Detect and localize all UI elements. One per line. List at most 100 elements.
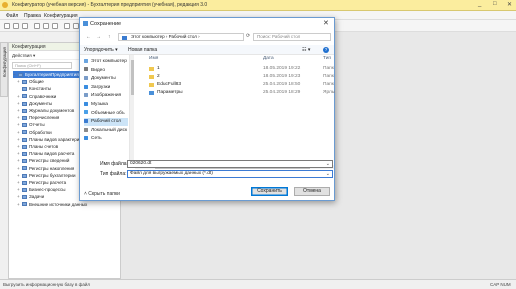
tree-item[interactable]: + Планы счетов	[17, 143, 58, 150]
tree-item[interactable]: + Перечисления	[17, 114, 59, 121]
nav-item[interactable]: Изображения	[84, 92, 128, 100]
chevron-down-icon[interactable]: ⌄	[326, 171, 330, 177]
tree-item-label: Константы	[29, 86, 52, 92]
tree-node-icon	[22, 166, 27, 171]
nav-item[interactable]: Сеть	[84, 135, 128, 143]
nav-item[interactable]: Видео	[84, 67, 128, 75]
undo-icon[interactable]	[64, 23, 70, 29]
nav-item[interactable]: Музыка	[84, 101, 128, 109]
cancel-button[interactable]: Отмена	[294, 187, 330, 196]
refresh-button[interactable]: ⟳	[246, 33, 250, 39]
copy-icon[interactable]	[43, 23, 49, 29]
tree-item[interactable]: + Регистры бухгалтерии	[17, 172, 75, 179]
open-icon[interactable]	[13, 23, 19, 29]
tree-item[interactable]: + Планы видов расчета	[17, 150, 74, 157]
tree-item[interactable]: + Обработки	[17, 129, 52, 136]
column-date-header[interactable]: Дата	[263, 56, 274, 61]
tree-item[interactable]: + Внешние источники данных	[17, 201, 87, 208]
nav-item-icon	[84, 110, 88, 115]
tree-node-icon	[22, 144, 27, 149]
dialog-close-button[interactable]: ✕	[323, 19, 329, 27]
view-options-button[interactable]: ☷ ▾	[302, 47, 310, 53]
column-type-header[interactable]: Тип	[323, 56, 331, 61]
organize-button[interactable]: Упорядочить ▾	[84, 47, 118, 53]
hide-folders-toggle[interactable]: ˄ Скрыть папки	[84, 191, 120, 197]
tree-item-label: Регистры бухгалтерии	[29, 172, 76, 178]
menu-edit[interactable]: Правка	[24, 13, 41, 19]
nav-item[interactable]: Документы	[84, 75, 128, 83]
tree-node-icon	[22, 101, 27, 106]
nav-item-icon	[84, 58, 88, 63]
dialog-command-bar: Упорядочить ▾ Новая папка ☷ ▾ ?	[80, 45, 334, 55]
column-name-header[interactable]: Имя	[149, 56, 158, 61]
nav-item[interactable]: Рабочий стол	[84, 118, 128, 127]
nav-item[interactable]: Загрузки	[84, 84, 128, 92]
address-path: Этот компьютер › Рабочий стол ›	[131, 34, 200, 39]
tree-node-icon	[22, 195, 27, 200]
tree-node-icon	[22, 159, 27, 164]
dialog-titlebar: Сохранение ✕	[80, 18, 334, 30]
tree-node-icon	[22, 188, 27, 192]
tree-item-label: Планы счетов	[29, 144, 59, 149]
nav-item[interactable]: Этот компьютер	[84, 58, 128, 66]
nav-item-icon	[84, 118, 88, 123]
file-item-icon	[149, 82, 154, 87]
new-folder-button[interactable]: Новая папка	[128, 47, 157, 53]
tree-item[interactable]: + Справочники	[17, 93, 56, 100]
dialog-search-input[interactable]: Поиск: Рабочий стол	[253, 33, 331, 41]
menu-configuration[interactable]: Конфигурация	[44, 13, 78, 19]
file-row[interactable]: 1 18.05.2019 19:22 Папк	[135, 65, 334, 73]
menu-file[interactable]: Файл	[6, 13, 18, 19]
close-window-button[interactable]: ✕	[507, 1, 512, 8]
nav-item-icon	[84, 127, 88, 132]
tree-item-label: Внешние источники данных	[29, 201, 88, 207]
tree-item[interactable]: + Документы	[17, 100, 52, 107]
new-icon[interactable]	[4, 23, 10, 29]
actions-dropdown[interactable]: Действия ▾	[12, 53, 35, 59]
nav-item-icon	[84, 84, 88, 89]
forward-button[interactable]: →	[96, 34, 101, 40]
nav-item-label: Загрузки	[91, 84, 111, 90]
tree-node-icon	[22, 108, 27, 113]
paste-icon[interactable]	[52, 23, 58, 29]
cut-icon[interactable]	[34, 23, 40, 29]
tree-item-label: Справочники	[29, 93, 57, 99]
tree-item[interactable]: + Регистры сведений	[17, 157, 69, 164]
tree-item[interactable]: + Журналы документов	[17, 107, 74, 114]
tree-item[interactable]: + Общие	[17, 78, 44, 85]
tree-item[interactable]: + Задачи	[17, 193, 44, 200]
file-row[interactable]: Параметры 25.04.2019 18:29 Ярлы	[135, 89, 335, 97]
tree-item[interactable]: + Регистры накопления	[17, 165, 74, 172]
tree-item[interactable]: Константы	[17, 85, 51, 92]
chevron-down-icon[interactable]: ⌄	[326, 161, 330, 167]
up-button[interactable]: ↑	[108, 34, 111, 40]
file-name: Параметры	[157, 90, 183, 95]
file-row[interactable]: EducFull83 25.04.2019 18:50 Папк	[135, 81, 334, 89]
nav-item[interactable]: Объемные объ	[84, 110, 128, 118]
tree-item[interactable]: + Регистры расчета	[17, 179, 66, 186]
file-row[interactable]: 2 18.05.2019 19:23 Папк	[135, 73, 334, 81]
dialog-app-icon	[83, 21, 88, 26]
help-icon[interactable]: ?	[323, 47, 329, 53]
tree-node-icon	[22, 80, 27, 84]
nav-item-label: Сеть	[91, 136, 102, 142]
tree-item-label: Бизнес-процессы	[29, 187, 66, 193]
back-button[interactable]: ←	[86, 34, 91, 40]
nav-item-label: Документы	[91, 76, 116, 82]
navpane-scrollbar[interactable]	[130, 55, 134, 165]
configuration-side-tab[interactable]: Конфигурация	[0, 42, 8, 97]
tree-item[interactable]: + Отчеты	[17, 121, 45, 128]
file-name: 1	[157, 66, 160, 71]
minimize-button[interactable]: _	[478, 1, 481, 7]
filename-input[interactable]: 020620.dt ⌄	[127, 160, 333, 168]
maximize-button[interactable]: □	[493, 1, 497, 7]
save-button[interactable]: Сохранить	[251, 187, 288, 196]
tree-item[interactable]: + Бизнес-процессы	[17, 186, 65, 193]
filetype-select[interactable]: Файл для выгружаемых данных (*.dt) ⌄	[127, 170, 333, 178]
panel-search-input[interactable]: Поиск (Ctrl+F)	[12, 62, 72, 69]
nav-item[interactable]: Локальный диск	[84, 127, 128, 135]
save-icon[interactable]	[22, 23, 28, 29]
address-bar[interactable]: Этот компьютер › Рабочий стол ›	[118, 33, 244, 41]
tree-item[interactable]: + Планы видов характеристик	[17, 136, 88, 143]
dialog-title: Сохранение	[90, 21, 122, 27]
